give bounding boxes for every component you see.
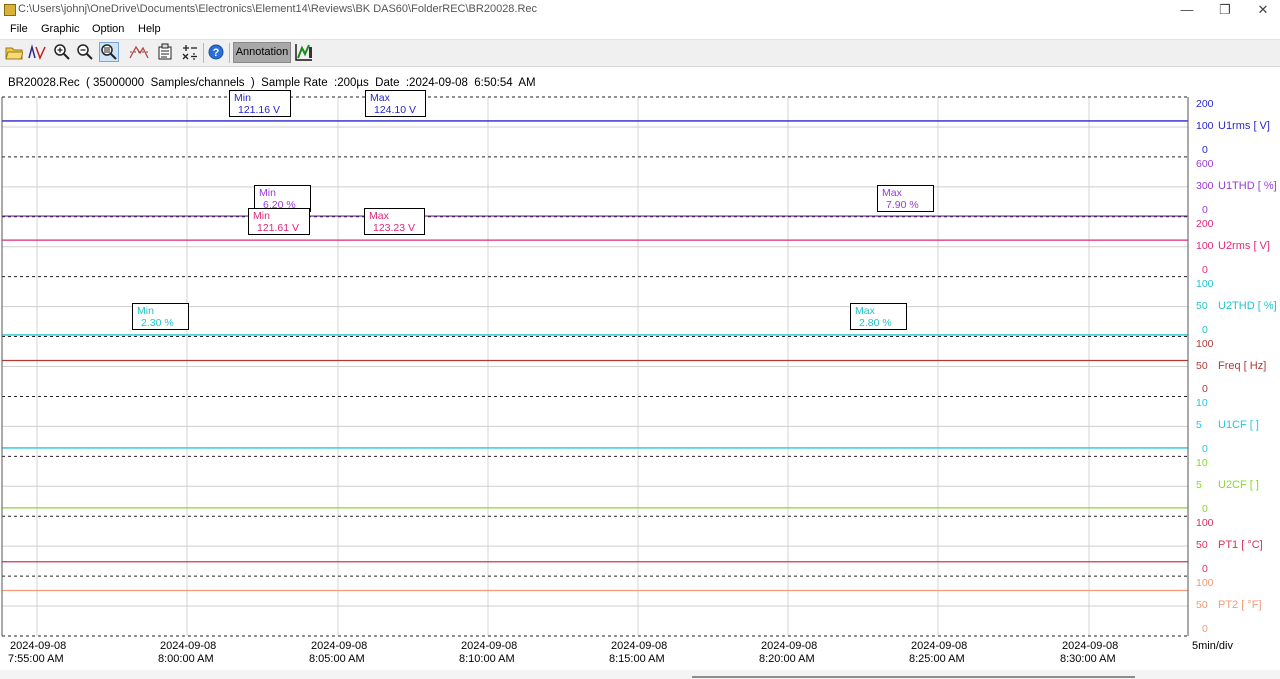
annotation-value: 2.80 % <box>859 317 892 329</box>
axis-tick-label: 200 <box>1196 217 1214 230</box>
axis-tick-label: 100 <box>1196 337 1214 350</box>
annotation-box-max[interactable]: Max 124.10 V <box>365 90 426 117</box>
axis-tick-label: 50 <box>1196 539 1208 552</box>
axis-tick-label: 0 <box>1202 143 1208 156</box>
time-axis-label: 2024-09-08 8:00:00 AM <box>158 640 217 665</box>
channel-label: U1THD [ %] <box>1218 179 1277 192</box>
axis-tick-label: 50 <box>1196 599 1208 612</box>
time-axis-label: 2024-09-08 8:05:00 AM <box>309 640 368 665</box>
time-axis-label: 2024-09-08 8:25:00 AM <box>909 640 968 665</box>
axis-tick-label: 100 <box>1196 119 1214 132</box>
axis-tick-label: 0 <box>1202 563 1208 576</box>
annotation-value: 121.61 V <box>257 222 300 234</box>
axis-tick-label: 0 <box>1202 263 1208 276</box>
axis-tick-label: 0 <box>1202 443 1208 456</box>
annotation-box-max[interactable]: Max 2.80 % <box>850 303 907 330</box>
axis-tick-label: 5 <box>1196 479 1202 492</box>
axis-tick-label: 0 <box>1202 203 1208 216</box>
time-axis-label: 2024-09-08 8:30:00 AM <box>1060 640 1119 665</box>
axis-tick-label: 100 <box>1196 577 1214 590</box>
annotation-box-max[interactable]: Max 7.90 % <box>877 185 934 212</box>
axis-tick-label: 0 <box>1202 623 1208 635</box>
annotation-value: 123.23 V <box>373 222 416 234</box>
axis-tick-label: 50 <box>1196 299 1208 312</box>
annotation-kind: Min <box>137 305 154 317</box>
annotation-kind: Min <box>234 92 251 104</box>
annotation-value: 2.30 % <box>141 317 174 329</box>
annotation-box-min[interactable]: Min 2.30 % <box>132 303 189 330</box>
channel-label: U2THD [ %] <box>1218 299 1277 312</box>
annotation-kind: Max <box>369 210 389 222</box>
annotation-value: 121.16 V <box>238 104 281 116</box>
axis-tick-label: 0 <box>1202 323 1208 336</box>
axis-tick-label: 0 <box>1202 503 1208 516</box>
axis-tick-label: 10 <box>1196 397 1208 410</box>
annotation-kind: Max <box>855 305 875 317</box>
channel-label: U2CF [ ] <box>1218 479 1259 492</box>
channel-label: PT2 [ °F] <box>1218 599 1262 612</box>
time-axis-label: 2024-09-08 8:20:00 AM <box>759 640 818 665</box>
axis-tick-label: 100 <box>1196 517 1214 530</box>
time-axis-label: 2024-09-08 8:10:00 AM <box>459 640 518 665</box>
annotation-kind: Min <box>253 210 270 222</box>
channel-label: U1CF [ ] <box>1218 419 1259 432</box>
axis-tick-label: 200 <box>1196 98 1214 110</box>
axis-tick-label: 100 <box>1196 239 1214 252</box>
time-per-div: 5min/div <box>1192 640 1233 652</box>
annotation-box-max[interactable]: Max 123.23 V <box>364 208 425 235</box>
axis-tick-label: 600 <box>1196 157 1214 170</box>
annotation-kind: Min <box>259 187 276 199</box>
time-axis-label: 2024-09-08 7:55:00 AM <box>8 640 67 665</box>
channel-label: Freq [ Hz] <box>1218 359 1267 372</box>
annotation-value: 124.10 V <box>374 104 417 116</box>
waveform-plot[interactable] <box>0 0 1280 679</box>
time-axis-label: 2024-09-08 8:15:00 AM <box>609 640 668 665</box>
axis-tick-label: 5 <box>1196 419 1202 432</box>
axis-tick-label: 50 <box>1196 359 1208 372</box>
annotation-box-min[interactable]: Min 121.16 V <box>229 90 291 117</box>
axis-tick-label: 300 <box>1196 179 1214 192</box>
annotation-value: 7.90 % <box>886 199 919 211</box>
annotation-kind: Max <box>370 92 390 104</box>
channel-label: U1rms [ V] <box>1218 119 1270 132</box>
axis-tick-label: 10 <box>1196 457 1208 470</box>
annotation-kind: Max <box>882 187 902 199</box>
axis-tick-label: 100 <box>1196 277 1214 290</box>
annotation-box-min[interactable]: Min 121.61 V <box>248 208 310 235</box>
channel-label: U2rms [ V] <box>1218 239 1270 252</box>
axis-tick-label: 0 <box>1202 383 1208 396</box>
horizontal-scrollbar-thumb[interactable] <box>692 676 1135 678</box>
channel-label: PT1 [ °C] <box>1218 539 1263 552</box>
